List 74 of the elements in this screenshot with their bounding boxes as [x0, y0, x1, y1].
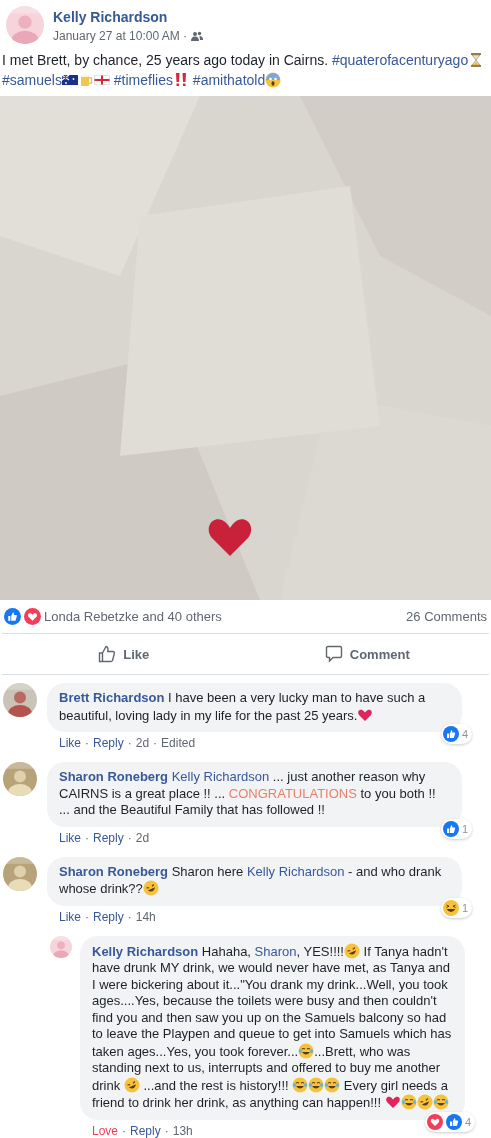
like-reaction-icon — [442, 820, 459, 837]
separator-dot: · — [127, 830, 132, 845]
thumbs-up-icon — [98, 645, 117, 663]
love-reaction-icon — [24, 608, 41, 625]
reply-link[interactable]: Reply — [130, 1123, 161, 1138]
laughing-face-icon — [400, 1094, 417, 1110]
mention-link[interactable]: Sharon — [254, 943, 297, 959]
mention-link[interactable]: #quaterofacenturyago — [331, 52, 469, 68]
mention-link[interactable]: Kelly Richardson — [246, 863, 345, 879]
separator-dot: · — [85, 830, 89, 845]
reaction-summary[interactable]: Londa Rebetzke and 40 others — [44, 609, 222, 624]
laughing-face-icon — [308, 1076, 325, 1093]
author-link[interactable]: Sharon Roneberg — [59, 863, 169, 879]
reaction-badge[interactable]: 1 — [440, 897, 472, 918]
friends-icon — [191, 30, 204, 41]
author-link[interactable]: Kelly Richardson — [53, 8, 168, 25]
reaction-count: 1 — [461, 822, 468, 835]
mention-link[interactable]: #timeflies — [113, 72, 173, 88]
author-link[interactable]: Kelly Richardson — [92, 943, 199, 959]
reaction-badge[interactable]: 1 — [440, 818, 472, 839]
comment-button[interactable]: Comment — [245, 638, 489, 670]
laughing-face-icon — [416, 1094, 433, 1110]
separator-dot: · — [153, 736, 158, 750]
laughing-face-icon — [432, 1094, 449, 1110]
separator-dot: · — [122, 1123, 127, 1138]
post-time: January 27 at 10:00 AM · — [53, 28, 188, 43]
reply-link[interactable]: Reply — [93, 736, 124, 750]
comment-text: Sharon Roneberg Kelly Richardson ... just another reason why CAIRNS is a great place !! ... CONGRATULATIONS to you both !! ... and the Beautiful Family that has followed !! — [59, 769, 437, 819]
react-link[interactable]: Like — [59, 736, 81, 750]
author-link[interactable]: Sharon Roneberg — [59, 769, 169, 784]
laughing-face-icon — [298, 1042, 315, 1059]
mention-link[interactable]: #amithatold — [192, 72, 266, 88]
laughing-face-icon — [343, 942, 360, 959]
edited-label: Edited — [161, 736, 196, 750]
comment-text: Sharon Roneberg Sharon here Kelly Richardson - and who drank whose drink?? — [59, 863, 443, 898]
heart-icon — [384, 1094, 401, 1110]
reaction-count: 1 — [461, 901, 468, 914]
speech-bubble-icon — [324, 645, 343, 663]
comment-time: 2d — [135, 736, 150, 750]
comment-time: 13h — [172, 1123, 193, 1138]
comment-count[interactable]: 26 Comments — [406, 609, 487, 624]
reaction-count: 4 — [461, 728, 468, 740]
like-reaction-icon — [442, 726, 459, 742]
separator-dot: · — [85, 736, 89, 750]
separator-dot: · — [127, 736, 132, 750]
comment-time: 14h — [135, 909, 156, 924]
comment-time: 2d — [135, 830, 150, 845]
like-reaction-icon — [4, 608, 21, 625]
flag-icon — [61, 72, 78, 88]
reply-link[interactable]: Reply — [93, 830, 124, 845]
post-text: I met Brett, by chance, 25 years ago today in Cairns. #quaterofacenturyago #samuels #timeflies #amithatold — [0, 48, 491, 96]
like-button[interactable]: Like — [2, 638, 246, 670]
love-reaction-icon — [426, 1113, 443, 1130]
mention-link[interactable]: #samuels — [2, 72, 62, 88]
mention-link[interactable]: Kelly Richardson — [171, 769, 270, 784]
laughing-face-icon — [324, 1076, 341, 1093]
reply-link[interactable]: Reply — [93, 909, 124, 924]
comment-text: Brett Richardson I have been a very lucky man to have such a beautiful, loving lady in my life for the past 25 years. — [59, 690, 427, 724]
screaming-face-icon — [265, 72, 282, 88]
laughing-face-icon — [442, 899, 459, 916]
react-link[interactable]: Like — [59, 909, 81, 924]
laughing-face-icon — [292, 1076, 309, 1093]
separator-dot: · — [85, 909, 89, 924]
reaction-count: 4 — [464, 1115, 471, 1128]
laughing-face-icon — [123, 1076, 140, 1093]
laughing-face-icon — [142, 880, 159, 896]
like-reaction-icon — [445, 1113, 462, 1130]
separator-dot: · — [127, 909, 132, 924]
react-link[interactable]: Like — [59, 830, 81, 845]
author-link[interactable]: Brett Richardson — [59, 690, 165, 705]
comment-text: Kelly Richardson Hahaha, Sharon, YES!!!! If Tanya hadn't have drunk MY drink, we would never have met, as Tanya and I were bickering about it..."You drank my drink...Well, you took ages....Yes, because the toilets were busy and then couldn't find you and then saw you up on the Samuels balcony so had to leave the Playpen and queue to get into Samuels which has taken ages...Yes, you took forever... ...Brett, who was standing next to us, interrupts and offered to buy me another drink ...and the rest is history!!! Every girl needs a friend to drink her drink, as anything can happen!!! — [92, 942, 453, 1112]
flag-icon — [93, 72, 110, 88]
separator-dot: · — [164, 1123, 169, 1138]
react-link[interactable]: Love — [92, 1123, 119, 1138]
